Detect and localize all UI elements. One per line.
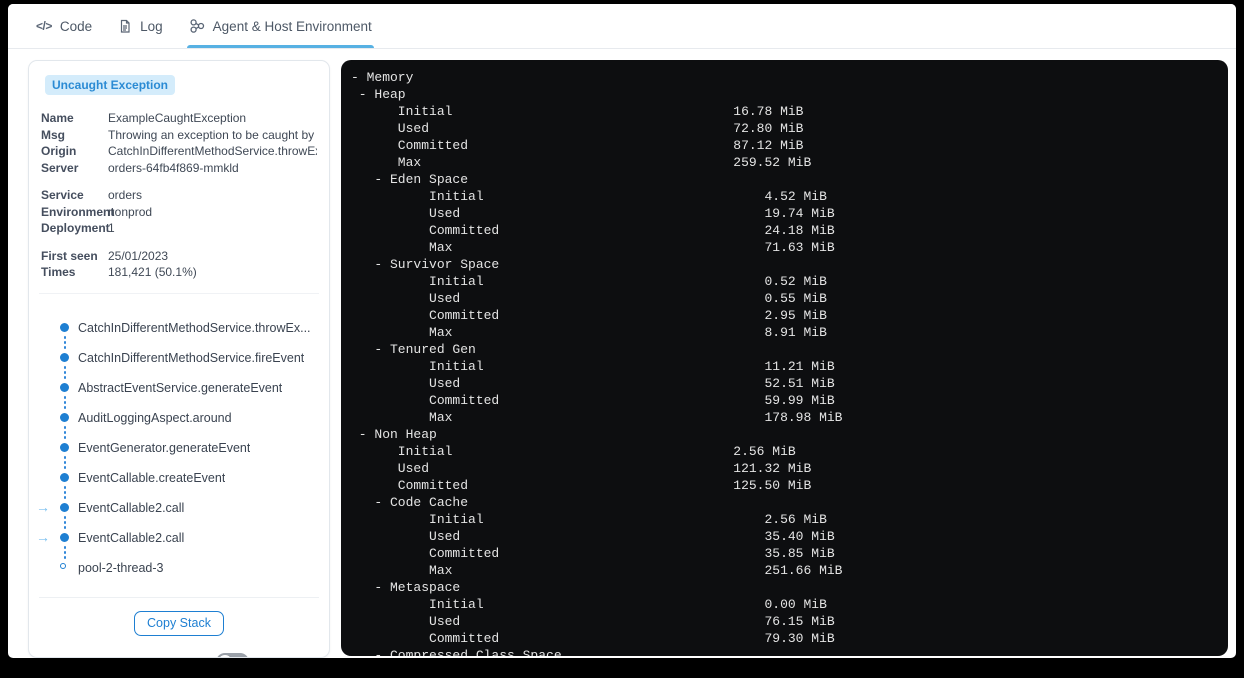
detail-label: Environment [41, 204, 115, 219]
code-icon: </> [36, 19, 52, 33]
detail-label: Server [41, 160, 79, 175]
tab-code-label: Code [59, 18, 93, 34]
tab-log[interactable]: Log [118, 4, 163, 48]
detail-label: Deployment [41, 221, 110, 235]
detail-label: Name [41, 111, 74, 125]
stack-frame[interactable]: CatchInDifferentMethodService.throwEx... [41, 320, 317, 336]
stack-connector-dots [41, 486, 317, 500]
frame-dot-icon [60, 323, 69, 332]
third-party-toggle[interactable] [215, 652, 249, 657]
detail-row: Deployment 1 [41, 220, 317, 237]
stack-connector-dots [41, 336, 317, 350]
tab-code[interactable]: </> Code [36, 4, 92, 48]
stack-frame[interactable]: EventGenerator.generateEvent [41, 440, 317, 456]
stack-frame[interactable]: AbstractEventService.generateEvent [41, 380, 317, 396]
environment-terminal[interactable]: - Memory - Heap Initial 16.78 MiB Used 7… [341, 60, 1228, 656]
detail-row: Server orders-64fb4f869-mmkld [41, 160, 317, 177]
toggle-label: Show 3rd party/utility methods [43, 655, 204, 658]
stack-frame[interactable]: AuditLoggingAspect.around [41, 410, 317, 426]
detail-value: 25/01/2023 [108, 248, 169, 263]
deployment-info: Service orders Environment nonprod Deploymen… [41, 187, 317, 237]
toggle-row: Show 3rd party/utility methods [43, 652, 317, 658]
stack-frame[interactable]: → EventCallable2.call [36, 499, 317, 516]
tab-agent-label: Agent & Host Environment [212, 18, 372, 34]
detail-value: 1 [108, 221, 115, 235]
detail-label: Origin [41, 144, 77, 158]
tab-bar: </> Code Log Agent & Host Environment [8, 4, 1236, 49]
detail-label: First seen [41, 248, 98, 263]
detail-value: CatchInDifferentMethodService.throwExcep [108, 144, 317, 158]
detail-value: orders-64fb4f869-mmkld [108, 160, 239, 175]
stack-frame[interactable]: CatchInDifferentMethodService.fireEvent [41, 350, 317, 366]
frame-dot-icon [60, 353, 69, 362]
detail-row: Origin CatchInDifferentMethodService.thro… [41, 143, 317, 160]
stack-frame-label: AuditLoggingAspect.around [78, 410, 232, 425]
toggle-knob [217, 654, 232, 657]
detail-row: Service orders [41, 187, 317, 204]
detail-value: Throwing an exception to be caught by a … [108, 127, 317, 142]
stack-frame-label: AbstractEventService.generateEvent [78, 380, 283, 395]
exception-panel: Uncaught Exception Name ExampleCaughtExce… [28, 60, 330, 658]
detail-row: Name ExampleCaughtException [41, 110, 317, 127]
detail-label: Times [41, 265, 76, 279]
stack-frame-label: EventCallable.createEvent [78, 470, 226, 485]
frame-dot-icon [60, 383, 69, 392]
frame-dot-icon [60, 503, 69, 512]
frame-dot-icon [60, 413, 69, 422]
detail-row: First seen 25/01/2023 [41, 248, 317, 265]
stack-connector-dots [41, 396, 317, 410]
stack-connector-dots [41, 366, 317, 380]
stack-connector-dots [41, 426, 317, 440]
stack-frame-label: EventGenerator.generateEvent [78, 440, 251, 455]
detail-row: Environment nonprod [41, 204, 317, 221]
stack-connector-dots [41, 546, 317, 560]
stack-frame-label: CatchInDifferentMethodService.fireEvent [78, 350, 305, 365]
content-area: Uncaught Exception Name ExampleCaughtExce… [8, 49, 1236, 658]
log-icon [118, 19, 132, 34]
frame-dot-icon [60, 443, 69, 452]
jump-arrow-icon: → [36, 498, 50, 515]
section-divider [39, 292, 319, 294]
stack-frame-label: EventCallable2.call [78, 530, 185, 545]
frame-dot-icon [60, 473, 69, 482]
tab-log-label: Log [140, 18, 163, 34]
app-window: </> Code Log Agent & Host Environment Un… [8, 4, 1236, 658]
copy-stack-button[interactable]: Copy Stack [134, 610, 224, 636]
stack-frame[interactable]: → EventCallable2.call [36, 529, 317, 546]
stack-connector-dots [41, 516, 317, 530]
tab-agent-host-environment[interactable]: Agent & Host Environment [186, 4, 374, 48]
stack-frame-label: pool-2-thread-3 [78, 560, 164, 575]
detail-value: ExampleCaughtException [108, 111, 247, 125]
exception-details: Name ExampleCaughtException Msg Throwing an… [41, 110, 317, 176]
stack-frame[interactable]: pool-2-thread-3 [41, 560, 317, 576]
frame-dot-icon [60, 533, 69, 542]
detail-value: nonprod [108, 204, 153, 219]
memory-tree-text: - Memory - Heap Initial 16.78 MiB Used 7… [351, 70, 843, 656]
detail-label: Msg [41, 127, 65, 142]
exception-type-badge: Uncaught Exception [45, 75, 176, 95]
agent-cluster-icon [189, 18, 205, 34]
stack-connector-dots [41, 456, 317, 470]
footer-divider [39, 596, 319, 598]
stack-frame-label: CatchInDifferentMethodService.throwEx... [78, 320, 311, 335]
stack-frames: CatchInDifferentMethodService.throwEx...… [36, 320, 317, 576]
jump-arrow-icon: → [36, 528, 50, 545]
detail-value: 181,421 (50.1%) [108, 265, 197, 279]
thread-dot-icon [60, 563, 66, 569]
detail-value: orders [108, 188, 143, 202]
stack-frame-label: EventCallable2.call [78, 500, 185, 515]
stack-frame[interactable]: EventCallable.createEvent [41, 470, 317, 486]
occurrence-info: First seen 25/01/2023 Times 181,421 (50.1%) [41, 248, 317, 281]
detail-row: Times 181,421 (50.1%) [41, 264, 317, 281]
detail-label: Service [41, 188, 84, 202]
detail-row: Msg Throwing an exception to be caught by… [41, 127, 317, 144]
